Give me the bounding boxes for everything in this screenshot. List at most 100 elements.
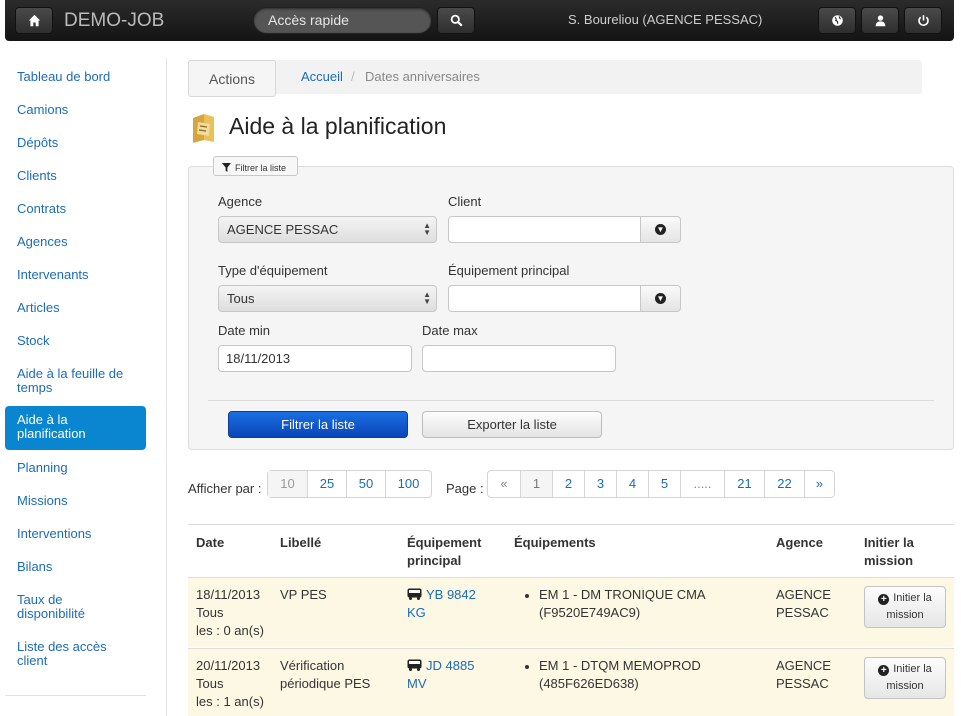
type-equipement-label: Type d'équipement xyxy=(218,263,328,278)
page-item[interactable]: 21 xyxy=(724,471,764,497)
column-header-equipements: Équipements xyxy=(514,535,596,550)
date-max-input[interactable] xyxy=(422,345,616,372)
column-header-equipement-principal: Équipement principal xyxy=(407,535,482,568)
pagination: « 1 2 3 4 5 ..... 21 22 » xyxy=(487,470,835,498)
page-item[interactable]: 1 xyxy=(520,471,552,497)
breadcrumb-home-link[interactable]: Accueil xyxy=(301,69,343,84)
row-equipement-name: EM 1 - DTQM MEMOPROD xyxy=(539,658,701,673)
row-date: 20/11/2013 xyxy=(196,658,261,673)
user-name[interactable]: S. Boureliou (AGENCE PESSAC) xyxy=(568,12,762,27)
initier-mission-button[interactable]: + Initier la mission xyxy=(864,586,946,628)
page-item[interactable]: 4 xyxy=(616,471,648,497)
search-icon xyxy=(450,14,463,27)
sidebar-item-tableau-de-bord[interactable]: Tableau de bord xyxy=(5,70,146,84)
page-item[interactable]: 22 xyxy=(764,471,804,497)
quick-access-input[interactable]: Accès rapide xyxy=(253,7,432,34)
equipement-dropdown-button[interactable]: ▼ xyxy=(640,285,681,312)
row-agence: AGENCE PESSAC xyxy=(776,658,831,691)
page-prev[interactable]: « xyxy=(488,471,520,497)
row-age: les : 0 an(s) xyxy=(196,623,264,638)
sidebar-item-contrats[interactable]: Contrats xyxy=(5,202,146,216)
equipement-principal-input[interactable] xyxy=(448,285,642,312)
circle-arrow-down-icon: ▼ xyxy=(655,224,666,235)
globe-icon xyxy=(831,15,843,26)
sidebar-item-clients[interactable]: Clients xyxy=(5,169,146,183)
initier-mission-label: Initier la mission xyxy=(886,592,932,621)
search-button[interactable] xyxy=(437,7,475,34)
home-button[interactable] xyxy=(15,7,53,34)
page-item[interactable]: 5 xyxy=(648,471,680,497)
date-min-label: Date min xyxy=(218,323,271,338)
breadcrumb-current: Dates anniversaires xyxy=(365,69,480,84)
page-ellipsis: ..... xyxy=(680,471,724,497)
row-libelle: Vérification périodique PES xyxy=(280,658,371,691)
logout-button[interactable] xyxy=(904,7,942,34)
sidebar-item-camions[interactable]: Camions xyxy=(5,103,146,117)
table-top-border xyxy=(188,524,954,525)
sidebar-item-planification[interactable]: Aide à la planification xyxy=(5,406,146,450)
sidebar-item-depots[interactable]: Dépôts xyxy=(5,136,146,150)
actions-button[interactable]: Actions xyxy=(188,60,276,97)
agence-select[interactable]: AGENCE PESSAC ▲ ▼ xyxy=(218,216,437,243)
sidebar-border xyxy=(166,58,167,716)
power-icon xyxy=(917,15,929,26)
per-page-option[interactable]: 10 xyxy=(268,471,307,497)
per-page-option[interactable]: 25 xyxy=(307,471,346,497)
sidebar-item-interventions[interactable]: Interventions xyxy=(5,527,146,541)
page-item[interactable]: 3 xyxy=(584,471,616,497)
export-button[interactable]: Exporter la liste xyxy=(422,411,602,438)
select-arrows-icon: ▲ ▼ xyxy=(423,290,431,306)
per-page-selector: 10 25 50 100 xyxy=(267,470,432,498)
row-age: les : 1 an(s) xyxy=(196,694,264,709)
agence-label: Agence xyxy=(218,194,263,209)
column-header-libelle: Libellé xyxy=(280,535,322,550)
app-brand[interactable]: DEMO-JOB xyxy=(64,10,164,32)
filter-submit-button[interactable]: Filtrer la liste xyxy=(228,411,408,438)
language-button[interactable] xyxy=(818,7,856,34)
breadcrumb xyxy=(188,60,922,94)
equipement-principal-label: Équipement principal xyxy=(448,263,570,278)
page-item[interactable]: 2 xyxy=(552,471,584,497)
home-icon xyxy=(28,14,40,27)
row-agence: AGENCE PESSAC xyxy=(776,587,831,620)
plus-circle-icon: + xyxy=(878,665,890,676)
circle-arrow-down-icon: ▼ xyxy=(655,293,666,304)
sidebar-item-bilans[interactable]: Bilans xyxy=(5,560,146,574)
row-libelle: VP PES xyxy=(280,587,327,602)
type-equipement-select[interactable]: Tous ▲ ▼ xyxy=(218,285,437,312)
bus-icon xyxy=(407,659,422,671)
row-equipement-principal[interactable]: JD 4885 MV xyxy=(407,657,487,693)
sidebar-item-articles[interactable]: Articles xyxy=(5,301,146,315)
client-input[interactable] xyxy=(448,216,642,243)
row-equipement-principal[interactable]: YB 9842 KG xyxy=(407,586,487,622)
date-max-label: Date max xyxy=(422,323,478,338)
sidebar-item-agences[interactable]: Agences xyxy=(5,235,146,249)
breadcrumb-separator: / xyxy=(351,69,355,84)
panel-divider xyxy=(208,400,934,401)
row-equipement-name: EM 1 - DM TRONIQUE CMA xyxy=(539,587,706,602)
initier-mission-button[interactable]: + Initier la mission xyxy=(864,657,946,699)
filter-toggle[interactable]: Filtrer la liste xyxy=(213,156,298,176)
sidebar-item-acces-client[interactable]: Liste des accès client xyxy=(5,640,125,668)
sidebar-item-feuille-de-temps[interactable]: Aide à la feuille de temps xyxy=(5,367,146,395)
per-page-option[interactable]: 50 xyxy=(346,471,385,497)
sidebar-item-disponibilite[interactable]: Taux de disponibilité xyxy=(5,593,115,621)
column-header-agence: Agence xyxy=(776,535,823,550)
per-page-label: Afficher par : xyxy=(188,481,262,496)
row-equipement-code: (485F626ED638) xyxy=(539,676,639,691)
page-next[interactable]: » xyxy=(804,471,834,497)
sidebar-item-planning[interactable]: Planning xyxy=(5,461,146,475)
sidebar-item-missions[interactable]: Missions xyxy=(5,494,146,508)
filter-icon xyxy=(222,163,231,172)
agence-select-value: AGENCE PESSAC xyxy=(227,222,339,237)
profile-button[interactable] xyxy=(861,7,899,34)
sidebar-item-stock[interactable]: Stock xyxy=(5,334,146,348)
client-dropdown-button[interactable]: ▼ xyxy=(640,216,681,243)
bus-icon xyxy=(407,588,422,600)
row-equipement-code: (F9520E749AC9) xyxy=(539,605,641,620)
per-page-option[interactable]: 100 xyxy=(385,471,431,497)
sidebar-item-intervenants[interactable]: Intervenants xyxy=(5,268,146,282)
date-min-input[interactable]: 18/11/2013 xyxy=(218,345,412,372)
column-header-initier: Initier la mission xyxy=(864,535,914,568)
filter-toggle-label: Filtrer la liste xyxy=(235,162,287,173)
